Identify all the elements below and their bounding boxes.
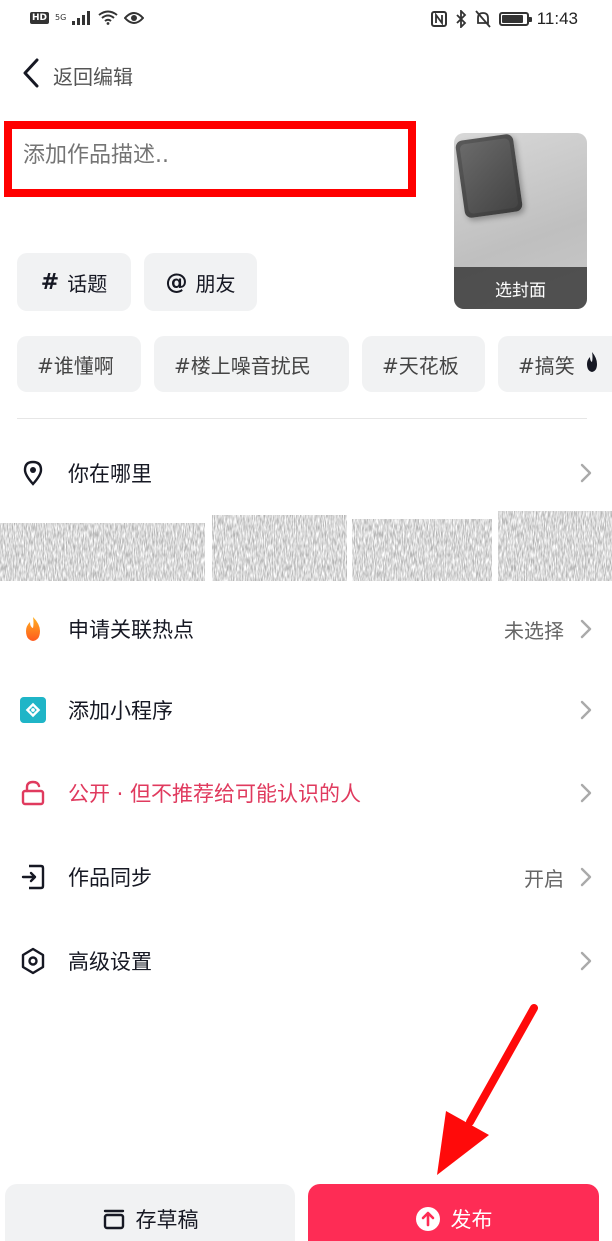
description-input[interactable] bbox=[23, 143, 403, 168]
mini-program-row[interactable]: 添加小程序 bbox=[0, 680, 612, 740]
sync-row[interactable]: 作品同步 开启 bbox=[0, 847, 612, 907]
hashtag-label: #天花板 bbox=[382, 353, 459, 378]
hash-icon: # bbox=[40, 269, 60, 295]
bluetooth-icon bbox=[456, 10, 466, 28]
location-label: 你在哪里 bbox=[68, 462, 152, 486]
nfc-icon bbox=[430, 11, 447, 27]
sync-label: 作品同步 bbox=[68, 866, 152, 890]
upload-arrow-icon bbox=[415, 1206, 441, 1232]
hashtag-suggestion[interactable]: #搞笑 bbox=[498, 336, 612, 392]
chevron-right-icon bbox=[580, 867, 592, 887]
mini-program-icon bbox=[20, 697, 46, 723]
back-label[interactable]: 返回编辑 bbox=[53, 61, 133, 90]
chevron-right-icon bbox=[580, 619, 592, 639]
visibility-row[interactable]: 公开 · 但不推荐给可能认识的人 bbox=[0, 763, 612, 823]
description-highlight-box bbox=[4, 121, 416, 197]
status-left: HD 5G bbox=[30, 10, 145, 25]
hashtag-label: #谁懂啊 bbox=[37, 353, 114, 378]
topic-chip-label: 话题 bbox=[67, 271, 108, 296]
chevron-left-icon bbox=[23, 58, 39, 88]
advanced-settings-label: 高级设置 bbox=[68, 950, 152, 974]
save-draft-label: 存草稿 bbox=[135, 1208, 199, 1232]
hotspot-row[interactable]: 申请关联热点 未选择 bbox=[0, 599, 612, 659]
mute-bell-icon bbox=[475, 10, 491, 28]
redacted-scribble bbox=[0, 511, 612, 581]
save-draft-button[interactable]: 存草稿 bbox=[5, 1184, 295, 1241]
friend-chip[interactable]: @ 朋友 bbox=[144, 253, 257, 311]
cover-thumbnail[interactable]: 选封面 bbox=[454, 133, 587, 309]
mini-program-label: 添加小程序 bbox=[68, 699, 173, 723]
eye-icon bbox=[124, 11, 145, 24]
status-right: 11:43 bbox=[430, 9, 578, 29]
chevron-right-icon bbox=[580, 783, 592, 803]
topic-chip[interactable]: # 话题 bbox=[17, 253, 131, 311]
location-pin-icon bbox=[20, 460, 46, 486]
clock: 11:43 bbox=[536, 9, 578, 28]
visibility-label: 公开 · 但不推荐给可能认识的人 bbox=[68, 782, 362, 806]
chevron-right-icon bbox=[580, 463, 592, 483]
cover-image-device bbox=[454, 133, 524, 219]
friend-chip-label: 朋友 bbox=[195, 271, 236, 296]
hexagon-settings-icon bbox=[20, 947, 46, 975]
battery-fill bbox=[501, 15, 523, 23]
publish-label: 发布 bbox=[450, 1208, 493, 1232]
hot-fire-icon bbox=[583, 351, 601, 378]
advanced-settings-row[interactable]: 高级设置 bbox=[0, 931, 612, 991]
hotspot-value: 未选择 bbox=[504, 618, 564, 643]
signal-icon bbox=[72, 10, 91, 25]
nav-bar: 返回编辑 bbox=[0, 48, 612, 98]
hashtag-label: #搞笑 bbox=[518, 353, 575, 378]
chevron-right-icon bbox=[580, 700, 592, 720]
draft-box-icon bbox=[102, 1208, 126, 1230]
unlock-icon bbox=[20, 780, 46, 806]
at-icon: @ bbox=[165, 269, 188, 295]
network-label: 5G bbox=[55, 13, 67, 22]
sync-value: 开启 bbox=[524, 866, 564, 891]
chevron-right-icon bbox=[580, 951, 592, 971]
hd-icon: HD bbox=[30, 11, 50, 24]
hashtag-suggestion[interactable]: #天花板 bbox=[362, 336, 485, 392]
back-button[interactable] bbox=[14, 56, 48, 90]
wifi-icon bbox=[98, 10, 118, 25]
hotspot-label: 申请关联热点 bbox=[68, 618, 194, 642]
status-bar: HD 5G 11:43 bbox=[0, 0, 612, 40]
select-cover-button[interactable]: 选封面 bbox=[454, 267, 587, 309]
publish-button[interactable]: 发布 bbox=[308, 1184, 599, 1241]
hashtag-suggestion[interactable]: #楼上噪音扰民 bbox=[154, 336, 349, 392]
sync-icon bbox=[20, 864, 46, 890]
hashtag-suggestion[interactable]: #谁懂啊 bbox=[17, 336, 141, 392]
location-row[interactable]: 你在哪里 bbox=[0, 443, 612, 503]
battery-icon bbox=[498, 12, 532, 26]
hashtag-label: #楼上噪音扰民 bbox=[174, 353, 311, 378]
flame-icon bbox=[20, 616, 46, 642]
section-divider bbox=[17, 418, 587, 419]
